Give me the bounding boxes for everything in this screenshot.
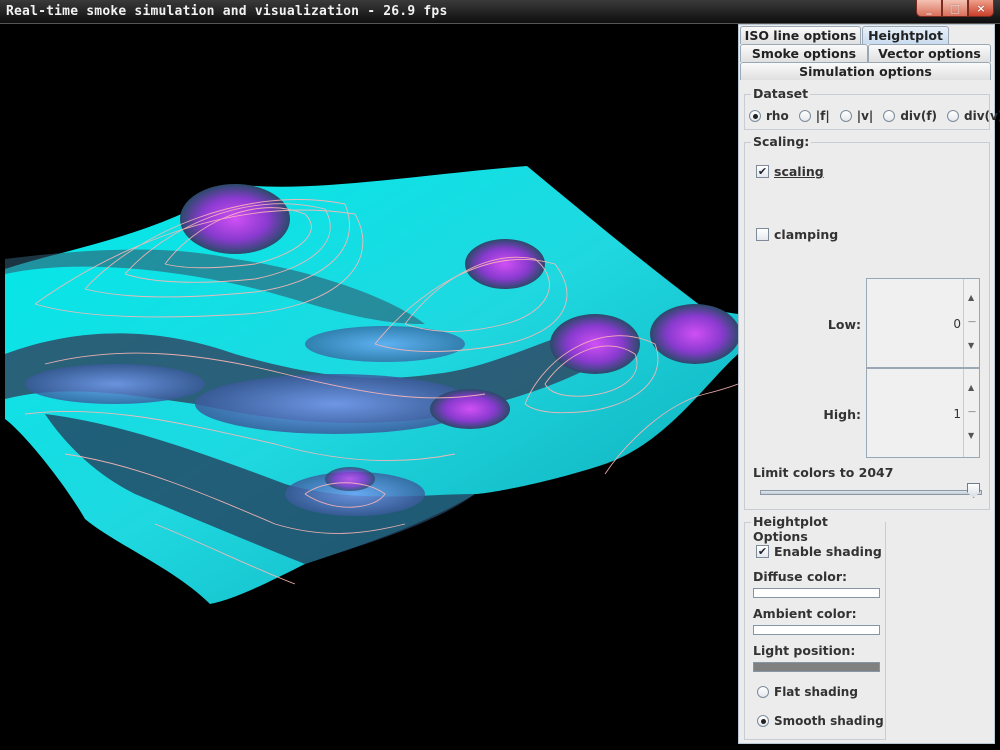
low-label: Low: [827, 317, 861, 332]
spin-up-icon[interactable]: ▲ [968, 383, 974, 392]
scaling-title: Scaling: [751, 134, 812, 149]
tab-smoke-options[interactable]: Smoke options [740, 44, 868, 62]
checkbox-checked-icon: ✔ [756, 545, 769, 558]
light-position-bar[interactable] [753, 662, 880, 672]
radio-dot [883, 110, 896, 122]
checkbox-unchecked-icon [756, 228, 769, 241]
tab-simulation-options[interactable]: Simulation options [740, 62, 991, 80]
high-spinner[interactable]: 1 ▲ — ▼ [866, 368, 980, 458]
window-titlebar[interactable]: Real-time smoke simulation and visualiza… [0, 0, 1000, 24]
radio-dot [749, 110, 761, 122]
scaling-label: scaling [774, 164, 824, 179]
heightplot-options-title: Heightplot Options [751, 514, 885, 544]
low-spinner-arrows[interactable]: ▲ — ▼ [963, 279, 979, 367]
dataset-f-radio[interactable]: |f| [798, 109, 830, 123]
radio-label: div(f) [900, 109, 938, 123]
simulation-viewport[interactable] [5, 24, 738, 746]
radio-label: rho [766, 109, 789, 123]
tab-heightplot[interactable]: Heightplot [862, 26, 949, 44]
close-button[interactable]: × [968, 0, 994, 17]
dataset-divv-radio[interactable]: div(v) [947, 109, 1000, 123]
options-tabs: ISO line options Heightplot Smoke option… [739, 25, 994, 85]
spin-divider-icon: — [968, 407, 976, 416]
radio-label: div(v) [964, 109, 1000, 123]
dataset-group: Dataset rho |f| |v| div(f) div(v) [744, 86, 1000, 130]
dataset-title: Dataset [751, 86, 811, 101]
limit-colors-slider-thumb[interactable] [967, 483, 980, 498]
enable-shading-label: Enable shading [774, 544, 882, 559]
radio-label: |f| [815, 109, 830, 123]
low-spinner[interactable]: 0 ▲ — ▼ [866, 278, 980, 368]
minimize-button[interactable]: _ [916, 0, 942, 17]
options-panel: ISO line options Heightplot Smoke option… [738, 24, 1000, 744]
window-title: Real-time smoke simulation and visualiza… [6, 4, 448, 19]
heightplot-options-group: Heightplot Options ✔ Enable shading Diff… [744, 514, 886, 740]
checkbox-checked-icon: ✔ [756, 165, 769, 178]
diffuse-color-swatch[interactable] [753, 588, 880, 598]
high-label: High: [823, 407, 861, 422]
ambient-color-swatch[interactable] [753, 625, 880, 635]
tab-vector-options[interactable]: Vector options [868, 44, 991, 62]
low-value: 0 [953, 317, 961, 331]
radio-dot [757, 686, 769, 698]
enable-shading-checkbox[interactable]: ✔ Enable shading [756, 544, 882, 559]
diffuse-color-label: Diffuse color: [753, 569, 847, 584]
scaling-group: Scaling: ✔ scaling clamping Low: 0 ▲ — ▼… [744, 134, 990, 510]
limit-colors-label: Limit colors to 2047 [753, 465, 894, 480]
spin-up-icon[interactable]: ▲ [968, 293, 974, 302]
ambient-color-label: Ambient color: [753, 606, 857, 621]
spin-divider-icon: — [968, 317, 976, 326]
spin-down-icon[interactable]: ▼ [968, 341, 974, 350]
radio-dot [839, 110, 852, 122]
radio-dot [947, 110, 960, 122]
flat-shading-radio[interactable]: Flat shading [757, 685, 858, 699]
high-spinner-arrows[interactable]: ▲ — ▼ [963, 369, 979, 457]
clamping-label: clamping [774, 227, 839, 242]
radio-dot [757, 715, 769, 727]
smooth-shading-radio[interactable]: Smooth shading [757, 714, 884, 728]
tab-iso-line-options[interactable]: ISO line options [740, 26, 861, 44]
flat-shading-label: Flat shading [774, 685, 858, 699]
spin-down-icon[interactable]: ▼ [968, 431, 974, 440]
light-position-label: Light position: [753, 643, 856, 658]
radio-label: |v| [856, 109, 874, 123]
radio-dot [798, 110, 811, 122]
scaling-checkbox[interactable]: ✔ scaling [756, 164, 824, 179]
dataset-v-radio[interactable]: |v| [839, 109, 874, 123]
dataset-rho-radio[interactable]: rho [749, 109, 789, 123]
dataset-divf-radio[interactable]: div(f) [883, 109, 937, 123]
limit-colors-slider[interactable] [760, 490, 982, 495]
heightplot-surface [5, 166, 738, 604]
smooth-shading-label: Smooth shading [774, 714, 884, 728]
maximize-button[interactable]: □ [942, 0, 968, 17]
clamping-checkbox[interactable]: clamping [756, 227, 838, 242]
high-value: 1 [953, 407, 961, 421]
